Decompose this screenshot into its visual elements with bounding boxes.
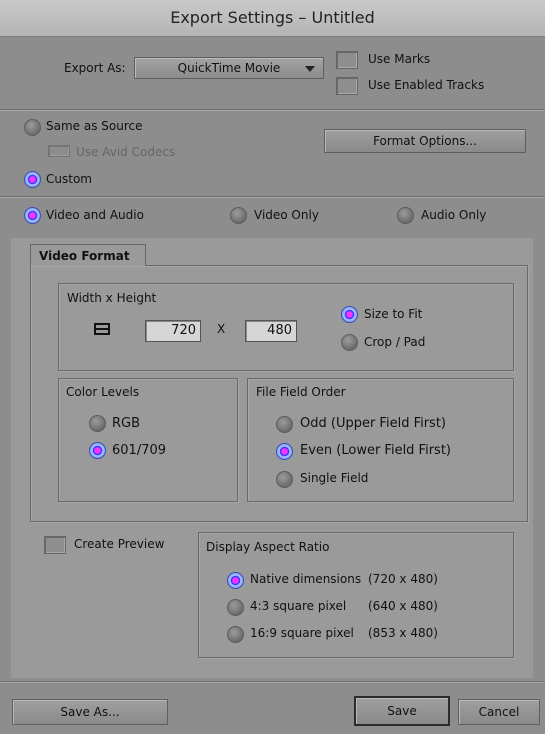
window-title: Export Settings – Untitled xyxy=(0,0,545,37)
color-levels-title: Color Levels xyxy=(66,385,140,399)
tab-video-format[interactable]: Video Format xyxy=(30,244,146,266)
width-field[interactable]: 720 xyxy=(145,320,201,342)
16-9-square-pixel-label: 16:9 square pixel xyxy=(250,626,354,640)
4-3-square-pixel-value: (640 x 480) xyxy=(368,599,438,613)
chevron-down-icon xyxy=(305,66,315,72)
format-options-button[interactable]: Format Options... xyxy=(324,129,526,153)
height-field[interactable]: 480 xyxy=(245,320,297,342)
even-field-radio[interactable] xyxy=(276,443,293,460)
use-avid-codecs-label: Use Avid Codecs xyxy=(76,145,176,159)
odd-field-label: Odd (Upper Field First) xyxy=(300,416,447,431)
4-3-square-pixel-radio[interactable] xyxy=(227,599,244,616)
crop-pad-radio[interactable] xyxy=(341,334,358,351)
video-and-audio-label: Video and Audio xyxy=(46,208,144,222)
size-to-fit-radio[interactable] xyxy=(341,306,358,323)
video-and-audio-radio[interactable] xyxy=(24,207,41,224)
custom-label: Custom xyxy=(46,172,92,186)
audio-only-radio[interactable] xyxy=(397,207,414,224)
601-709-radio[interactable] xyxy=(89,442,106,459)
export-as-label: Export As: xyxy=(64,61,126,75)
rgb-label: RGB xyxy=(112,416,141,431)
crop-pad-label: Crop / Pad xyxy=(364,335,426,349)
divider xyxy=(0,681,545,683)
16-9-square-pixel-value: (853 x 480) xyxy=(368,626,438,640)
use-marks-label: Use Marks xyxy=(368,52,431,66)
custom-radio[interactable] xyxy=(24,171,41,188)
field-order-title: File Field Order xyxy=(256,385,346,399)
audio-only-label: Audio Only xyxy=(421,208,487,222)
lock-bar xyxy=(96,328,108,330)
4-3-square-pixel-label: 4:3 square pixel xyxy=(250,599,347,613)
x-separator: X xyxy=(217,322,226,336)
export-format-dropdown[interactable]: QuickTime Movie xyxy=(134,57,324,79)
export-settings-window: Export Settings – Untitled Export As: Qu… xyxy=(0,0,545,734)
native-dimensions-radio[interactable] xyxy=(227,572,244,589)
native-dimensions-value: (720 x 480) xyxy=(368,572,438,586)
aspect-title: Display Aspect Ratio xyxy=(206,540,330,554)
same-as-source-label: Same as Source xyxy=(46,119,143,133)
use-enabled-tracks-label: Use Enabled Tracks xyxy=(368,78,485,92)
aspect-lock-icon[interactable] xyxy=(94,323,110,335)
divider xyxy=(0,109,545,111)
create-preview-checkbox[interactable] xyxy=(44,536,66,554)
single-field-label: Single Field xyxy=(300,471,369,485)
save-button[interactable]: Save xyxy=(354,696,450,726)
create-preview-label: Create Preview xyxy=(74,537,165,551)
601-709-label: 601/709 xyxy=(112,443,167,458)
save-as-button[interactable]: Save As... xyxy=(12,699,168,725)
rgb-radio[interactable] xyxy=(89,415,106,432)
odd-field-radio[interactable] xyxy=(276,416,293,433)
single-field-radio[interactable] xyxy=(276,471,293,488)
size-to-fit-label: Size to Fit xyxy=(364,307,423,321)
export-format-value: QuickTime Movie xyxy=(177,61,281,75)
cancel-button[interactable]: Cancel xyxy=(458,699,540,725)
use-enabled-tracks-checkbox[interactable] xyxy=(336,77,358,95)
same-as-source-radio[interactable] xyxy=(24,119,41,136)
divider xyxy=(0,196,545,198)
video-only-radio[interactable] xyxy=(230,207,247,224)
native-dimensions-label: Native dimensions xyxy=(250,572,362,586)
16-9-square-pixel-radio[interactable] xyxy=(227,626,244,643)
even-field-label: Even (Lower Field First) xyxy=(300,443,451,458)
use-marks-checkbox[interactable] xyxy=(336,51,358,69)
video-only-label: Video Only xyxy=(254,208,319,222)
width-height-title: Width x Height xyxy=(67,291,157,305)
use-avid-codecs-checkbox[interactable] xyxy=(48,145,70,157)
